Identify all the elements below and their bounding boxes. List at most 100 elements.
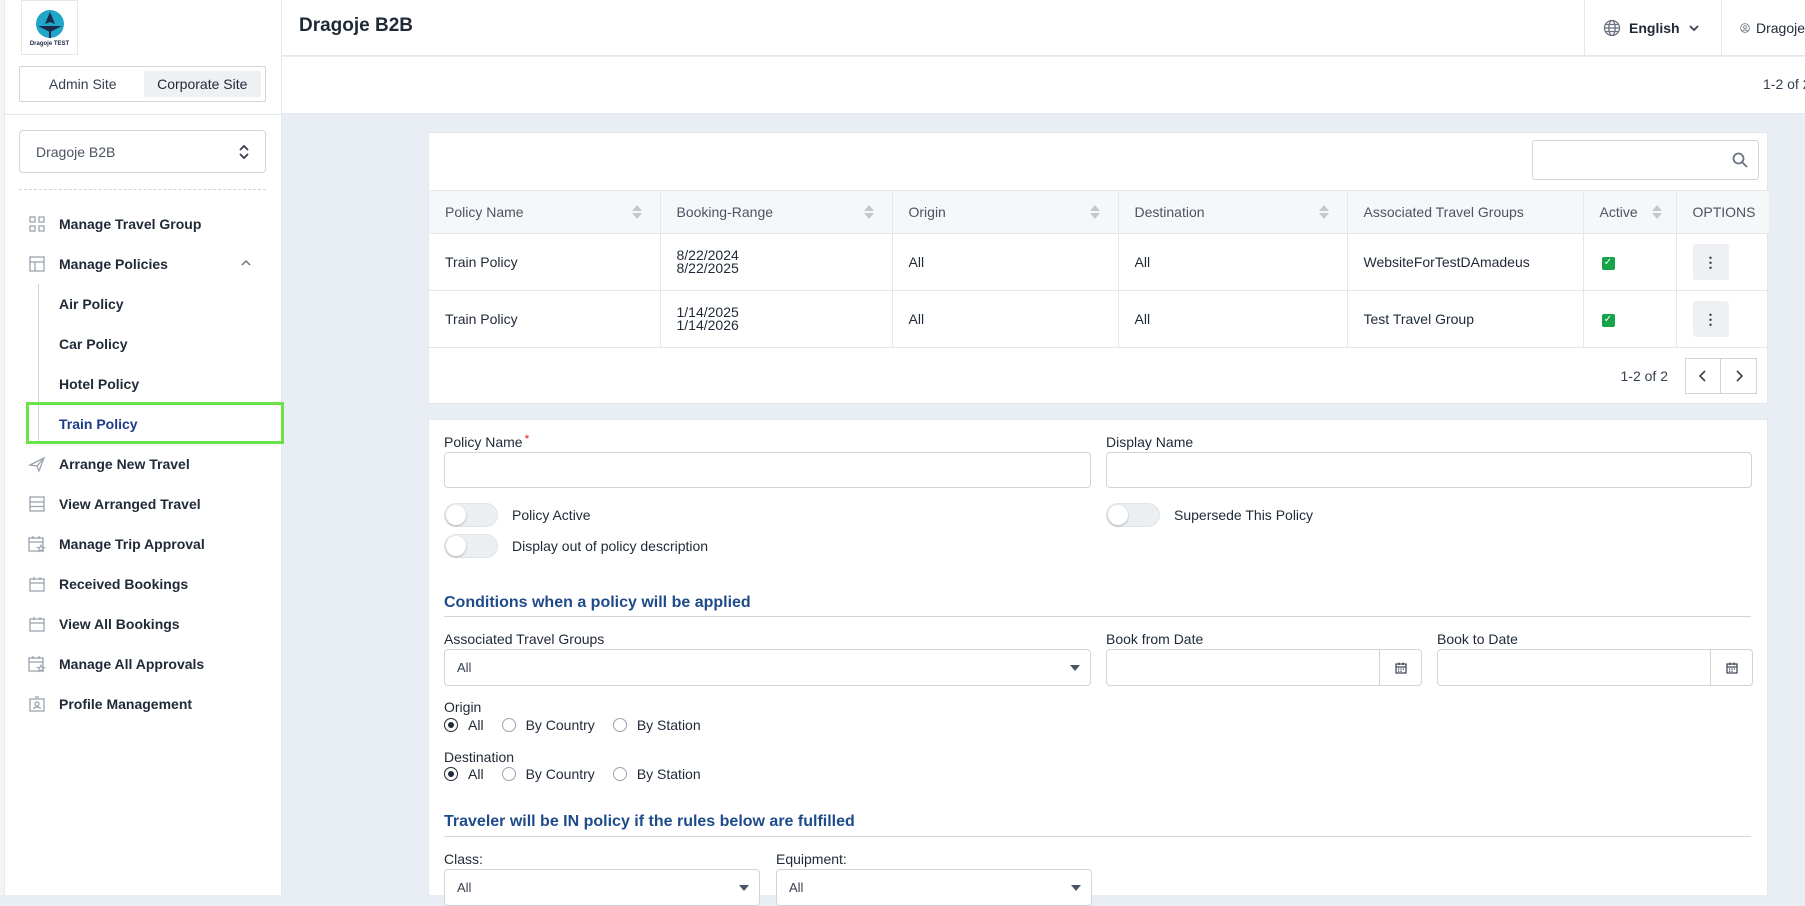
chevron-up-icon[interactable]: [240, 257, 252, 269]
table-row[interactable]: Train Policy 8/22/2024 8/22/2025 All All …: [429, 233, 1769, 291]
radio-label: By Country: [525, 766, 595, 782]
active-checkbox[interactable]: ✓: [1601, 313, 1615, 327]
book-from-date-input[interactable]: [1106, 649, 1422, 686]
sort-icon[interactable]: [863, 205, 874, 219]
calendar-icon[interactable]: [1379, 650, 1421, 685]
sidebar-item-label: Manage Policies: [59, 256, 168, 272]
language-select[interactable]: English: [1584, 0, 1722, 56]
search-icon[interactable]: [1732, 152, 1748, 168]
display-out-of-policy-label: Display out of policy description: [512, 538, 709, 554]
supersede-label: Supersede This Policy: [1174, 507, 1314, 523]
sidebar-item-manage-all-approvals[interactable]: Manage All Approvals: [5, 644, 282, 684]
destination-radio-by-station[interactable]: [612, 767, 627, 781]
chevron-left-icon: [1698, 370, 1706, 382]
row-options-button[interactable]: ⋮: [1692, 301, 1729, 337]
company-select[interactable]: Dragoje B2B: [19, 130, 266, 173]
sidebar-subitem-air-policy[interactable]: Air Policy: [5, 284, 282, 324]
sidebar-subitem-train-policy[interactable]: Train Policy: [5, 404, 282, 444]
col-header-destination[interactable]: Destination: [1118, 190, 1348, 234]
sidebar-subitem-hotel-policy[interactable]: Hotel Policy: [5, 364, 282, 404]
class-select[interactable]: All: [444, 869, 760, 906]
display-name-label: Display Name: [1106, 434, 1194, 450]
cell-policy-name: Train Policy: [429, 233, 661, 291]
sort-icon[interactable]: [1318, 205, 1329, 219]
book-to-label: Book to Date: [1437, 631, 1518, 647]
sidebar-item-view-arranged-travel[interactable]: View Arranged Travel: [5, 484, 282, 524]
associated-groups-select[interactable]: All: [444, 649, 1091, 686]
search-input[interactable]: [1541, 151, 1732, 169]
cell-origin: All: [892, 233, 1119, 291]
destination-radio-group: All By Country By Station: [444, 766, 719, 782]
user-menu[interactable]: Dragoje: [1740, 0, 1805, 56]
associated-groups-label: Associated Travel Groups: [444, 631, 605, 647]
policy-active-label: Policy Active: [512, 507, 591, 523]
calendar-icon: [28, 615, 46, 633]
col-header-label: OPTIONS: [1692, 204, 1756, 220]
results-count: 1-2 of 2: [1763, 76, 1805, 92]
class-value: All: [457, 880, 472, 895]
sort-icon[interactable]: [1089, 205, 1100, 219]
prev-page-button[interactable]: [1685, 358, 1721, 394]
sidebar-item-label: Received Bookings: [59, 576, 189, 592]
sort-icon[interactable]: [1651, 205, 1662, 219]
col-header-booking-range[interactable]: Booking-Range: [660, 190, 893, 234]
origin-radio-by-station[interactable]: [612, 718, 627, 732]
calendar-icon[interactable]: [1710, 650, 1752, 685]
display-out-of-policy-toggle[interactable]: [444, 534, 498, 558]
class-label: Class:: [444, 851, 483, 867]
range-to: 8/22/2025: [676, 260, 739, 276]
supersede-toggle[interactable]: [1106, 503, 1160, 527]
sidebar-item-received-bookings[interactable]: Received Bookings: [5, 564, 282, 604]
chevron-right-icon: [1735, 370, 1743, 382]
user-icon: [1740, 23, 1750, 33]
updown-chevron-icon: [239, 144, 249, 159]
admin-site-tab[interactable]: Admin Site: [24, 71, 142, 97]
col-header-origin[interactable]: Origin: [892, 190, 1119, 234]
book-from-label: Book from Date: [1106, 631, 1204, 647]
calendar-star-icon: [28, 655, 46, 673]
policy-name-input[interactable]: [444, 452, 1091, 488]
chevron-down-icon: [1688, 25, 1699, 32]
sidebar-item-manage-travel-group[interactable]: Manage Travel Group: [5, 204, 282, 244]
search-field[interactable]: [1532, 140, 1759, 180]
book-to-date-input[interactable]: [1437, 649, 1753, 686]
sidebar-item-arrange-new-travel[interactable]: Arrange New Travel: [5, 444, 282, 484]
table-row[interactable]: Train Policy 1/14/2025 1/14/2026 All All …: [429, 290, 1769, 348]
display-name-input[interactable]: [1106, 452, 1752, 488]
next-page-button[interactable]: [1721, 358, 1757, 394]
sidebar-item-profile-management[interactable]: Profile Management: [5, 684, 282, 724]
cell-active: ✓: [1583, 233, 1677, 291]
col-header-label: Destination: [1134, 204, 1205, 220]
associated-groups-value: All: [457, 660, 472, 675]
logo-icon: [35, 10, 64, 38]
corporate-site-tab[interactable]: Corporate Site: [143, 71, 261, 97]
radio-label: By Country: [525, 717, 595, 733]
sidebar-subitem-car-policy[interactable]: Car Policy: [5, 324, 282, 364]
cell-origin: All: [892, 290, 1119, 348]
sort-icon[interactable]: [631, 205, 642, 219]
sidebar: Dragoje TEST Admin Site Corporate Site D…: [5, 0, 284, 895]
section-divider: [444, 616, 1751, 617]
caret-down-icon: [739, 885, 749, 891]
row-options-button[interactable]: ⋮: [1692, 244, 1729, 280]
active-checkbox[interactable]: ✓: [1601, 256, 1615, 270]
equipment-select[interactable]: All: [776, 869, 1092, 906]
sidebar-item-label: Profile Management: [59, 696, 193, 712]
origin-radio-all[interactable]: [444, 718, 458, 732]
sidebar-item-view-all-bookings[interactable]: View All Bookings: [5, 604, 282, 644]
equipment-label: Equipment:: [776, 851, 847, 867]
destination-radio-by-country[interactable]: [501, 767, 516, 781]
origin-radio-by-country[interactable]: [501, 718, 516, 732]
company-logo[interactable]: Dragoje TEST: [21, 0, 78, 55]
col-header-active[interactable]: Active: [1583, 190, 1677, 234]
sidebar-item-manage-policies[interactable]: Manage Policies: [5, 244, 282, 284]
label-text: Policy Name: [444, 434, 523, 450]
radio-label: By Station: [636, 766, 701, 782]
policy-active-toggle[interactable]: [444, 503, 498, 527]
list-icon: [28, 495, 46, 513]
rules-section-title: Traveler will be IN policy if the rules …: [444, 813, 855, 830]
destination-radio-all[interactable]: [444, 767, 458, 781]
cell-options: ⋮: [1676, 290, 1769, 348]
col-header-policy-name[interactable]: Policy Name: [429, 190, 661, 234]
sidebar-item-manage-trip-approval[interactable]: Manage Trip Approval: [5, 524, 282, 564]
